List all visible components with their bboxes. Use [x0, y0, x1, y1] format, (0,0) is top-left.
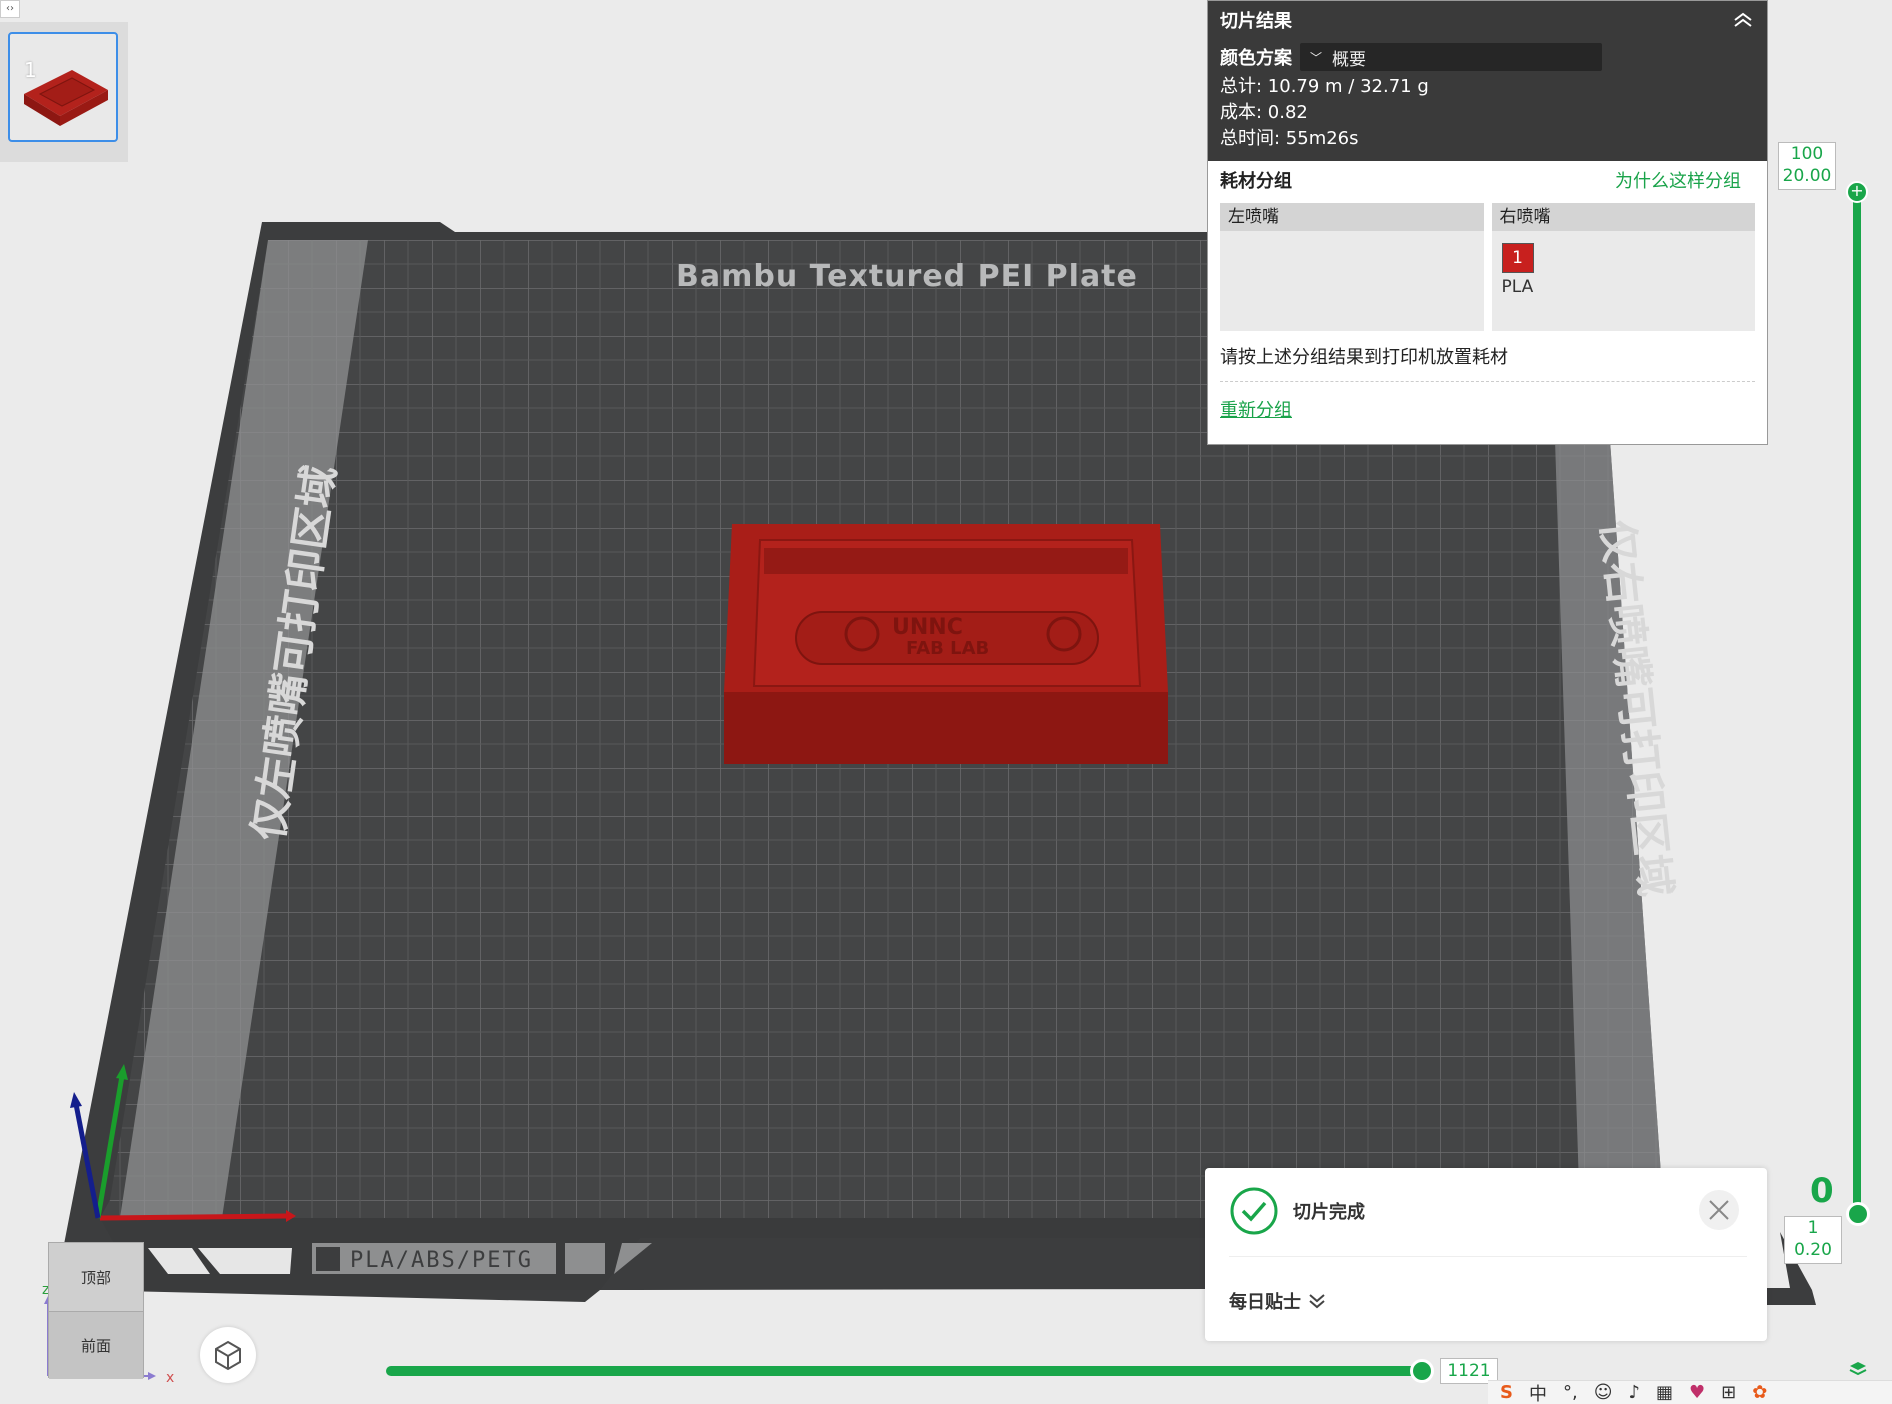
move-slider-track[interactable]: [386, 1366, 1422, 1376]
filament-name: PLA: [1501, 277, 1534, 297]
system-tray: S 中 °, ☺ ♪ ▦ ♥ ⊞ ✿: [1488, 1380, 1892, 1404]
filament-slot-chip[interactable]: 1: [1501, 243, 1534, 273]
layer-bottom-number: 1: [1807, 1218, 1819, 1238]
slice-complete-notification: 切片完成 每日贴士: [1205, 1168, 1767, 1341]
right-nozzle-box: 右喷嘴 1 PLA: [1491, 203, 1755, 331]
view-top-face[interactable]: 顶部: [49, 1243, 143, 1311]
material-label: PLA/ABS/PETG: [350, 1248, 533, 1273]
layer-top-number: 100: [1790, 144, 1824, 164]
mascot-icon[interactable]: ✿: [1752, 1382, 1767, 1403]
daily-tips-label: 每日贴士: [1229, 1292, 1301, 1313]
punctuation-icon[interactable]: °,: [1563, 1382, 1578, 1403]
skin-icon[interactable]: ♥: [1689, 1382, 1705, 1403]
slice-complete-title: 切片完成: [1293, 1202, 1365, 1223]
why-grouping-link[interactable]: 为什么这样分组: [1615, 167, 1741, 193]
view-cube[interactable]: 顶部 前面: [48, 1242, 144, 1379]
daily-tips-toggle[interactable]: 每日贴士: [1229, 1288, 1327, 1314]
model-object[interactable]: UNNC FAB LAB: [724, 524, 1168, 764]
check-circle-icon: [1230, 1187, 1278, 1235]
slice-result-panel: 切片结果 颜色方案 ﹀ 概要 总计: 10.79 m / 32.71 g 成本:…: [1207, 0, 1768, 445]
left-nozzle-box: 左喷嘴: [1220, 203, 1484, 331]
model-text-line2: FAB LAB: [906, 638, 989, 659]
slice-result-summary: 切片结果 颜色方案 ﹀ 概要 总计: 10.79 m / 32.71 g 成本:…: [1208, 1, 1767, 161]
cost-value: 成本: 0.82: [1220, 102, 1308, 123]
layer-slider-track[interactable]: [1853, 190, 1861, 1214]
grouping-hint: 请按上述分组结果到打印机放置耗材: [1220, 343, 1755, 382]
color-scheme-select[interactable]: ﹀ 概要: [1300, 43, 1602, 71]
layer-bottom-height: 0.20: [1794, 1240, 1832, 1260]
keyboard-icon[interactable]: ▦: [1656, 1382, 1673, 1403]
layer-bottom-label: 1 0.20: [1784, 1216, 1842, 1264]
close-icon: [1709, 1200, 1729, 1220]
model-text-line1: UNNC: [892, 615, 963, 640]
slice-result-title: 切片结果: [1220, 11, 1292, 32]
plate-number: 1: [24, 58, 37, 82]
regroup-link[interactable]: 重新分组: [1220, 396, 1292, 422]
bed-name-label: Bambu Textured PEI Plate: [676, 259, 1138, 294]
axis-x-label: x: [166, 1370, 174, 1386]
plate-thumbnail[interactable]: 1: [8, 32, 118, 142]
ime-mode[interactable]: 中: [1529, 1380, 1547, 1404]
sogou-icon[interactable]: S: [1500, 1382, 1513, 1403]
layer-slider-top-handle[interactable]: +: [1846, 181, 1868, 203]
right-nozzle-label: 右喷嘴: [1491, 203, 1755, 231]
layers-icon[interactable]: [1848, 1360, 1868, 1378]
chevron-down-icon: ﹀: [1310, 50, 1323, 65]
cube-view-icon: [215, 1340, 241, 1371]
view-front-face[interactable]: 前面: [49, 1311, 143, 1379]
close-notification-button[interactable]: [1699, 1190, 1739, 1230]
emoji-icon[interactable]: ☺: [1594, 1382, 1613, 1403]
layer-top-label: 100 20.00: [1778, 142, 1836, 190]
total-usage: 总计: 10.79 m / 32.71 g: [1220, 76, 1429, 97]
grid-menu-icon[interactable]: ⊞: [1721, 1382, 1736, 1403]
move-slider-handle[interactable]: [1410, 1359, 1434, 1383]
plate-thumbnail-image: [24, 70, 108, 126]
layer-top-height: 20.00: [1782, 166, 1832, 186]
notification-divider: [1229, 1256, 1747, 1257]
layer-slider-bottom-handle[interactable]: [1846, 1202, 1870, 1226]
plate-thumbnail-panel: 1: [0, 22, 128, 162]
filament-group-title: 耗材分组: [1220, 171, 1292, 192]
collapse-icon[interactable]: [1731, 10, 1755, 30]
plaque-dark: [316, 1247, 340, 1271]
double-chevron-down-icon: [1309, 1294, 1325, 1309]
filament-grouping-section: 耗材分组 为什么这样分组 左喷嘴 右喷嘴 1 PLA 请按上述分组结果到打印机放…: [1208, 161, 1767, 428]
plaque-block: [565, 1243, 605, 1274]
total-time: 总时间: 55m26s: [1220, 128, 1359, 149]
reset-view-button[interactable]: [200, 1327, 256, 1383]
microphone-icon[interactable]: ♪: [1628, 1382, 1640, 1403]
left-nozzle-label: 左喷嘴: [1220, 203, 1484, 231]
expand-sidebar-button[interactable]: ‹›: [0, 0, 20, 18]
color-scheme-label: 颜色方案: [1220, 48, 1292, 69]
bottom-layer-glyph: 0: [1810, 1171, 1834, 1211]
color-scheme-value: 概要: [1332, 49, 1367, 70]
